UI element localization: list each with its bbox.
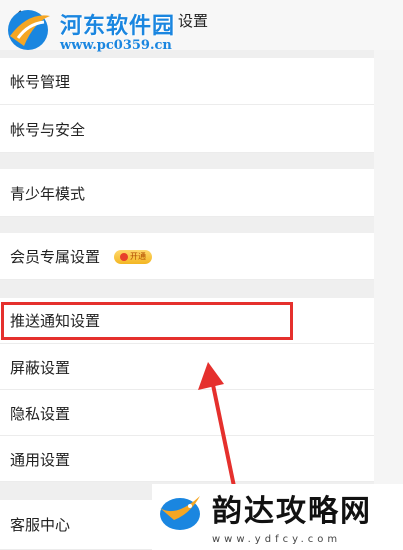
settings-item-blocking[interactable]: 屏蔽设置 xyxy=(0,344,374,390)
settings-item-teen-mode[interactable]: 青少年模式 xyxy=(0,169,374,217)
watermark-top-url: www.pc0359.cn xyxy=(60,38,172,53)
watermark-bottom: 韵达攻略网 www.ydfcy.com xyxy=(152,484,403,550)
watermark-bird-logo-icon xyxy=(160,496,200,530)
watermark-top-name: 河东软件园 xyxy=(60,13,176,39)
highlight-box xyxy=(1,302,293,340)
watermark-top: 河东软件园 www.pc0359.cn xyxy=(4,2,204,64)
settings-item-label: 会员专属设置 xyxy=(10,248,101,266)
settings-item-label: 帐号与安全 xyxy=(10,121,86,139)
settings-item-vip[interactable]: 会员专属设置 xyxy=(0,233,374,280)
watermark-bottom-url: www.ydfcy.com xyxy=(212,534,342,545)
settings-item-label: 帐号管理 xyxy=(10,73,71,91)
vip-badge: 开通 xyxy=(114,250,152,264)
watermark-logo-icon xyxy=(8,10,50,50)
settings-item-label: 客服中心 xyxy=(10,516,71,534)
settings-item-label: 屏蔽设置 xyxy=(10,359,71,377)
vip-badge-label: 开通 xyxy=(130,252,146,261)
vip-crown-icon xyxy=(120,252,128,261)
settings-item-privacy[interactable]: 隐私设置 xyxy=(0,390,374,436)
scroll-track xyxy=(374,50,403,550)
annotation-arrow-icon xyxy=(198,362,238,497)
settings-item-account-security[interactable]: 帐号与安全 xyxy=(0,105,374,153)
watermark-bottom-name: 韵达攻略网 xyxy=(212,494,372,529)
settings-item-general[interactable]: 通用设置 xyxy=(0,436,374,482)
settings-item-label: 青少年模式 xyxy=(10,185,86,203)
settings-item-label: 隐私设置 xyxy=(10,405,71,423)
settings-item-label: 通用设置 xyxy=(10,451,71,469)
settings-item-account-management[interactable]: 帐号管理 xyxy=(0,58,374,105)
